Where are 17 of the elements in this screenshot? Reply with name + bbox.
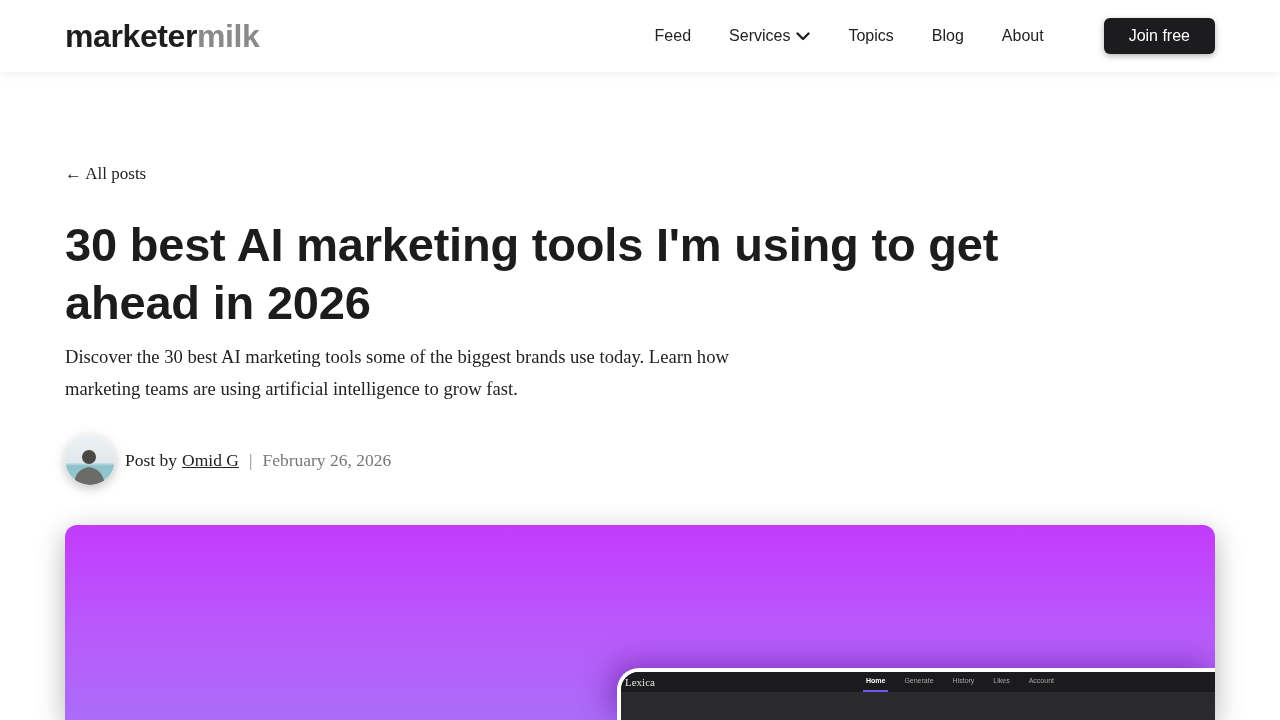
article-title: 30 best AI marketing tools I'm using to get ahead in 2026 [65, 217, 1000, 331]
author-link[interactable]: Omid G [182, 449, 239, 471]
nav-link[interactable]: Blog [931, 25, 964, 47]
chevron-down-icon [796, 31, 811, 41]
logo[interactable]: marketermilk [65, 18, 260, 54]
app-logo: Lexica [625, 675, 655, 689]
byline-separator: | [248, 449, 253, 471]
byline-prefix: Post by [125, 449, 178, 471]
back-link[interactable]: ← All posts [65, 164, 147, 184]
post-date: February 26, 2026 [262, 449, 392, 471]
nav-link[interactable]: Topics [848, 25, 894, 47]
nav-link[interactable]: About [1001, 25, 1044, 47]
avatar-icon [65, 435, 115, 485]
article-subtitle: Discover the 30 best AI marketing tools some of the biggest brands use today. Learn how marketing teams are using artificial intelligence to grow fast. [65, 345, 730, 401]
join-button[interactable]: Join free [1103, 18, 1215, 54]
nav-link[interactable]: Feed [654, 25, 692, 47]
nav-dropdown[interactable]: Services [729, 25, 811, 47]
